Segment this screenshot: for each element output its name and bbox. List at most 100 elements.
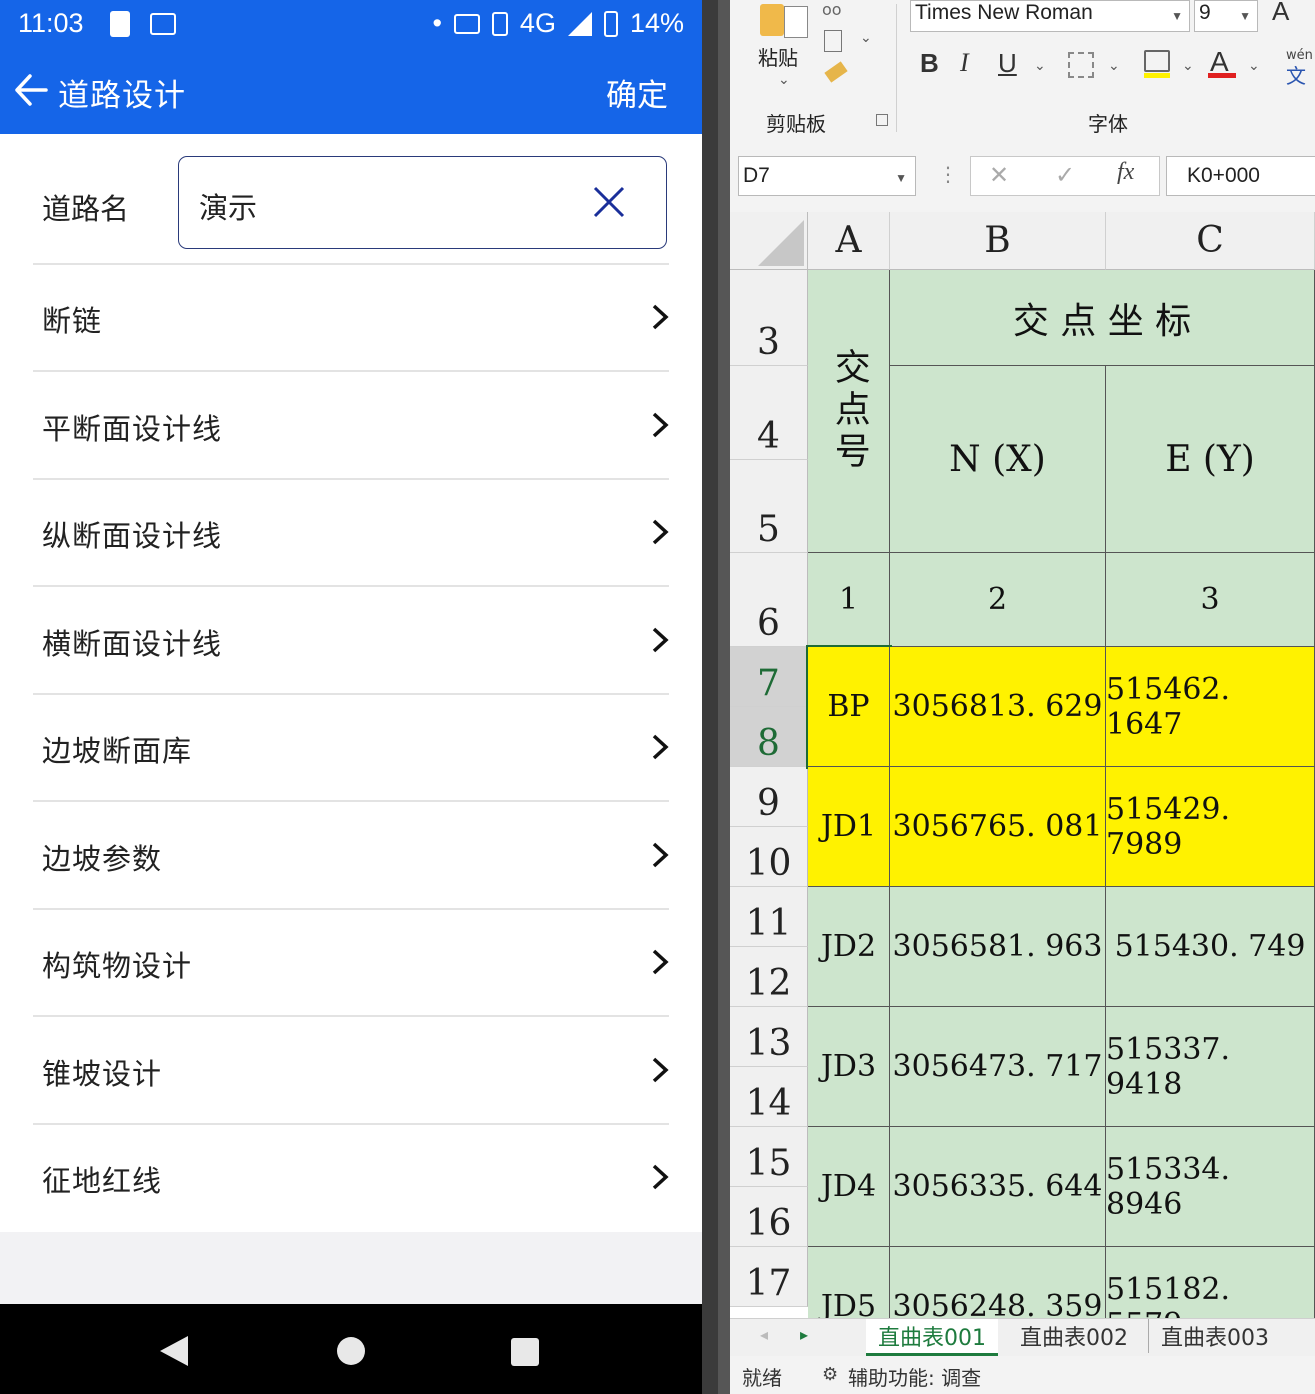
point-id-cell[interactable]: JD1 — [808, 767, 890, 887]
clipboard-icon[interactable] — [760, 4, 784, 36]
header-coords[interactable]: 交 点 坐 标 — [890, 270, 1315, 366]
accessibility-status[interactable]: 辅助功能: 调查 — [848, 1362, 981, 1391]
menu-item[interactable]: 锥坡设计 — [0, 1017, 702, 1123]
row-header[interactable]: 6 — [730, 553, 808, 647]
phonetic-guide-icon[interactable]: 文 — [1286, 60, 1306, 89]
header-n[interactable]: N (X) — [890, 366, 1106, 553]
font-group-label: 字体 — [1088, 112, 1128, 136]
paste-doc-icon[interactable] — [784, 6, 808, 38]
menu-item[interactable]: 构筑物设计 — [0, 909, 702, 1015]
row-header[interactable]: 14 — [730, 1067, 808, 1127]
road-name-input[interactable]: 演示 — [178, 156, 667, 249]
next-sheet-icon[interactable]: ▸ — [800, 1325, 808, 1344]
northing-cell[interactable]: 3056581. 963 — [890, 887, 1106, 1007]
menu-item[interactable]: 断链 — [0, 264, 702, 370]
underline-button[interactable]: U — [998, 48, 1017, 79]
bold-button[interactable]: B — [920, 48, 939, 79]
row-header[interactable]: 8 — [730, 707, 808, 767]
header-e[interactable]: E (Y) — [1106, 366, 1315, 553]
menu-item[interactable]: 边坡断面库 — [0, 694, 702, 800]
easting-cell[interactable]: 515462. 1647 — [1106, 647, 1315, 767]
row-header[interactable]: 16 — [730, 1187, 808, 1247]
sheet-tab[interactable]: 直曲表002 — [1008, 1319, 1140, 1353]
fill-color-swatch — [1144, 73, 1170, 78]
menu-item[interactable]: 边坡参数 — [0, 802, 702, 908]
row-header[interactable]: 15 — [730, 1127, 808, 1187]
grow-font-button[interactable]: A — [1272, 0, 1289, 27]
cut-icon[interactable]: oo — [822, 0, 842, 19]
point-id-cell[interactable]: JD4 — [808, 1127, 890, 1247]
northing-cell[interactable]: 3056765. 081 — [890, 767, 1106, 887]
clear-icon[interactable] — [592, 185, 626, 219]
index-cell[interactable]: 3 — [1106, 553, 1315, 647]
index-cell[interactable]: 1 — [808, 553, 890, 647]
column-header-a[interactable]: A — [808, 212, 890, 270]
paste-dropdown-icon[interactable]: ⌄ — [778, 72, 790, 88]
point-id-cell[interactable]: JD3 — [808, 1007, 890, 1127]
page-title: 道路设计 — [58, 78, 186, 114]
more-icon: ⋮ — [938, 162, 958, 186]
row-header[interactable]: 5 — [730, 460, 808, 553]
enter-icon[interactable]: ✓ — [1055, 161, 1075, 189]
row-header[interactable]: 17 — [730, 1247, 808, 1307]
menu-item[interactable]: 征地红线 — [0, 1124, 702, 1230]
row-header[interactable]: 10 — [730, 827, 808, 887]
easting-cell[interactable]: 515430. 749 — [1106, 887, 1315, 1007]
northing-cell[interactable]: 3056335. 644 — [890, 1127, 1106, 1247]
easting-cell[interactable]: 515429. 7989 — [1106, 767, 1315, 887]
easting-cell[interactable]: 515334. 8946 — [1106, 1127, 1315, 1247]
nav-recents-icon[interactable] — [511, 1338, 539, 1366]
back-arrow-icon[interactable] — [14, 72, 48, 108]
point-id-cell[interactable]: BP — [806, 645, 892, 769]
confirm-button[interactable]: 确定 — [606, 70, 668, 115]
paste-button[interactable]: 粘贴 — [758, 42, 798, 71]
sheet-tab-active[interactable]: 直曲表001 — [866, 1319, 998, 1356]
fill-color-icon[interactable] — [1144, 50, 1170, 72]
point-id-cell[interactable]: JD2 — [808, 887, 890, 1007]
row-header[interactable]: 13 — [730, 1007, 808, 1067]
fill-dropdown-icon[interactable]: ⌄ — [1182, 58, 1194, 74]
row-header[interactable]: 7 — [730, 647, 808, 707]
cancel-icon[interactable]: ✕ — [989, 161, 1009, 189]
northing-cell[interactable]: 3056813. 629 — [890, 647, 1106, 767]
nav-back-icon[interactable] — [158, 1334, 190, 1368]
copy-icon[interactable] — [824, 30, 842, 52]
row-header[interactable]: 4 — [730, 366, 808, 460]
font-size-select[interactable]: 9 ▼ — [1194, 0, 1258, 32]
italic-button[interactable]: I — [960, 48, 969, 78]
column-header-c[interactable]: C — [1106, 212, 1315, 270]
borders-dropdown-icon[interactable]: ⌄ — [1108, 58, 1120, 74]
name-box[interactable]: D7 ▼ — [738, 156, 916, 196]
menu-item[interactable]: 横断面设计线 — [0, 587, 702, 693]
ready-status: 就绪 — [742, 1366, 782, 1390]
copy-dropdown-icon[interactable]: ⌄ — [860, 30, 872, 46]
vibrate-icon — [491, 11, 508, 36]
index-cell[interactable]: 2 — [890, 553, 1106, 647]
header-point-no[interactable]: 交点号 — [808, 270, 890, 553]
row-header[interactable]: 11 — [730, 887, 808, 947]
underline-dropdown-icon[interactable]: ⌄ — [1034, 58, 1046, 74]
select-all-corner[interactable] — [730, 212, 808, 270]
prev-sheet-icon[interactable]: ◂ — [760, 1325, 768, 1344]
easting-cell[interactable]: 515337. 9418 — [1106, 1007, 1315, 1127]
formula-input[interactable]: K0+000 — [1166, 156, 1315, 196]
insert-function-button[interactable]: fx — [1117, 159, 1134, 186]
clipboard-launcher-icon[interactable] — [876, 114, 888, 126]
excel-window: 粘贴 ⌄ oo ⌄ 剪贴板 Times New Roman ▼ 9 ▼ A B … — [730, 0, 1315, 1394]
row-header[interactable]: 12 — [730, 947, 808, 1007]
northing-cell[interactable]: 3056473. 717 — [890, 1007, 1106, 1127]
menu-item-label: 纵断面设计线 — [42, 519, 223, 553]
row-header[interactable]: 3 — [730, 270, 808, 366]
row-header[interactable]: 9 — [730, 767, 808, 827]
sheet-tab[interactable]: 直曲表003 — [1148, 1319, 1281, 1353]
column-header-b[interactable]: B — [890, 212, 1106, 270]
borders-icon[interactable] — [1068, 52, 1094, 78]
nav-home-icon[interactable] — [337, 1337, 365, 1365]
notification-icon — [150, 13, 176, 35]
menu-item[interactable]: 纵断面设计线 — [0, 479, 702, 585]
format-painter-icon[interactable] — [824, 61, 848, 83]
menu-item[interactable]: 平断面设计线 — [0, 372, 702, 478]
font-name-select[interactable]: Times New Roman ▼ — [910, 0, 1190, 32]
font-color-dropdown-icon[interactable]: ⌄ — [1248, 58, 1260, 74]
road-name-label: 道路名 — [42, 192, 130, 226]
